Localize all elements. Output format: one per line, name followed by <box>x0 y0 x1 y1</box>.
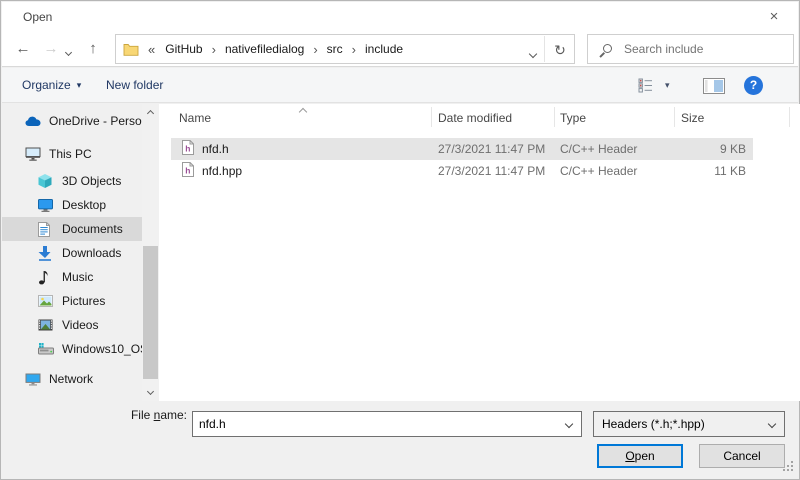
change-view-icon[interactable] <box>638 78 659 96</box>
svg-text:h: h <box>185 166 190 176</box>
scrollbar-thumb[interactable] <box>143 246 158 379</box>
network-icon <box>25 373 42 386</box>
dialog-footer: File name: Headers (*.h;*.hpp) Open Canc… <box>2 401 798 478</box>
file-name: nfd.h <box>202 142 229 156</box>
file-type-dropdown-chevron-icon <box>760 412 784 436</box>
sidebar-item-windows10-os[interactable]: Windows10_OS ( <box>2 337 142 361</box>
sidebar-item-3d-objects[interactable]: 3D Objects <box>2 169 142 193</box>
file-name-combobox <box>192 411 582 437</box>
document-icon <box>38 222 55 237</box>
command-toolbar: Organize ▾ New folder ▾ ? <box>2 68 798 103</box>
column-header-date-modified[interactable]: Date modified <box>431 111 554 125</box>
scroll-up-icon[interactable] <box>142 104 159 120</box>
breadcrumb-segment-github[interactable]: GitHub <box>163 42 204 56</box>
column-header-type[interactable]: Type <box>554 111 674 125</box>
svg-text:h: h <box>185 144 190 154</box>
desktop-icon <box>38 199 55 212</box>
file-name-dropdown-chevron-icon[interactable] <box>557 412 581 436</box>
file-date-modified: 27/3/2021 11:47 PM <box>431 142 554 156</box>
breadcrumb-segment-nativefiledialog[interactable]: nativefiledialog <box>223 42 306 56</box>
sidebar-item-music[interactable]: Music <box>2 265 142 289</box>
sidebar-item-downloads[interactable]: Downloads <box>2 241 142 265</box>
file-row-nfd-h[interactable]: h nfd.h 27/3/2021 11:47 PM C/C++ Header … <box>171 138 753 160</box>
breadcrumb-separator-icon[interactable]: › <box>306 42 324 57</box>
column-divider[interactable] <box>789 107 790 127</box>
cpp-header-file-icon: h <box>182 140 194 158</box>
music-icon <box>38 270 55 285</box>
picture-icon <box>38 295 55 307</box>
breadcrumb-separator-icon[interactable]: › <box>345 42 363 57</box>
navigation-bar: ← → ↑ « GitHub › nativefiledialog › src … <box>2 31 798 67</box>
address-dropdown-chevron-icon[interactable] <box>530 46 536 60</box>
file-type: C/C++ Header <box>554 164 674 178</box>
views-dropdown-icon[interactable]: ▾ <box>665 68 670 102</box>
search-icon <box>603 44 612 53</box>
navigation-sidebar: OneDrive - Person This PC 3D Objects Des… <box>2 104 159 401</box>
preview-pane-icon[interactable] <box>703 78 725 97</box>
address-divider <box>544 36 545 62</box>
file-name-label: File name: <box>97 408 187 422</box>
up-icon[interactable]: ↑ <box>82 40 104 57</box>
sidebar-item-pictures[interactable]: Pictures <box>2 289 142 313</box>
address-bar[interactable]: « GitHub › nativefiledialog › src › incl… <box>115 34 575 64</box>
file-size: 9 KB <box>674 142 746 156</box>
sidebar-item-this-pc[interactable]: This PC <box>2 142 142 166</box>
computer-icon <box>25 147 42 161</box>
scroll-down-icon[interactable] <box>142 385 159 401</box>
onedrive-icon <box>25 116 42 127</box>
file-size: 11 KB <box>674 164 746 178</box>
dialog-title: Open <box>23 10 52 24</box>
refresh-icon[interactable]: ↻ <box>547 38 573 62</box>
forward-icon[interactable]: → <box>40 40 62 57</box>
breadcrumb-overflow-chevron[interactable]: « <box>148 42 155 57</box>
video-icon <box>38 319 55 331</box>
sidebar-item-network[interactable]: Network <box>2 367 142 391</box>
breadcrumb-segment-src[interactable]: src <box>325 42 345 56</box>
sidebar-item-documents[interactable]: Documents <box>2 217 142 241</box>
file-row-nfd-hpp[interactable]: h nfd.hpp 27/3/2021 11:47 PM C/C++ Heade… <box>171 160 753 182</box>
column-header-size[interactable]: Size <box>674 111 746 125</box>
back-icon[interactable]: ← <box>12 40 34 57</box>
sidebar-item-onedrive[interactable]: OneDrive - Person <box>2 109 142 133</box>
file-name-input[interactable] <box>193 413 557 435</box>
file-type-combobox[interactable]: Headers (*.h;*.hpp) <box>593 411 785 437</box>
file-type: C/C++ Header <box>554 142 674 156</box>
cancel-button[interactable]: Cancel <box>699 444 785 468</box>
breadcrumb-separator-icon[interactable]: › <box>205 42 223 57</box>
cpp-header-file-icon: h <box>182 162 194 180</box>
folder-icon <box>123 43 139 56</box>
drive-icon <box>38 343 55 355</box>
file-date-modified: 27/3/2021 11:47 PM <box>431 164 554 178</box>
column-divider[interactable] <box>674 107 675 127</box>
breadcrumb-segment-include[interactable]: include <box>363 42 405 56</box>
recent-locations-chevron-icon[interactable] <box>66 44 71 58</box>
sidebar-item-videos[interactable]: Videos <box>2 313 142 337</box>
column-divider[interactable] <box>431 107 432 127</box>
column-divider[interactable] <box>554 107 555 127</box>
open-file-dialog: Open × ← → ↑ « GitHub › nativefiledialog… <box>0 0 800 480</box>
search-input[interactable] <box>624 36 789 62</box>
help-icon[interactable]: ? <box>744 76 763 95</box>
file-name: nfd.hpp <box>202 164 242 178</box>
file-list-header: Name Date modified Type Size <box>171 105 753 130</box>
title-bar: Open × <box>2 2 798 31</box>
file-type-value: Headers (*.h;*.hpp) <box>594 417 760 431</box>
open-button[interactable]: Open <box>597 444 683 468</box>
new-folder-button[interactable]: New folder <box>106 68 163 102</box>
search-box <box>587 34 794 64</box>
organize-button[interactable]: Organize ▾ <box>22 68 81 102</box>
sidebar-item-desktop[interactable]: Desktop <box>2 193 142 217</box>
cube-icon <box>38 174 55 188</box>
download-icon <box>38 246 55 261</box>
resize-grip[interactable] <box>782 460 794 475</box>
sidebar-scrollbar[interactable] <box>142 104 159 401</box>
organize-dropdown-icon: ▾ <box>77 80 82 91</box>
close-icon[interactable]: × <box>760 6 788 28</box>
